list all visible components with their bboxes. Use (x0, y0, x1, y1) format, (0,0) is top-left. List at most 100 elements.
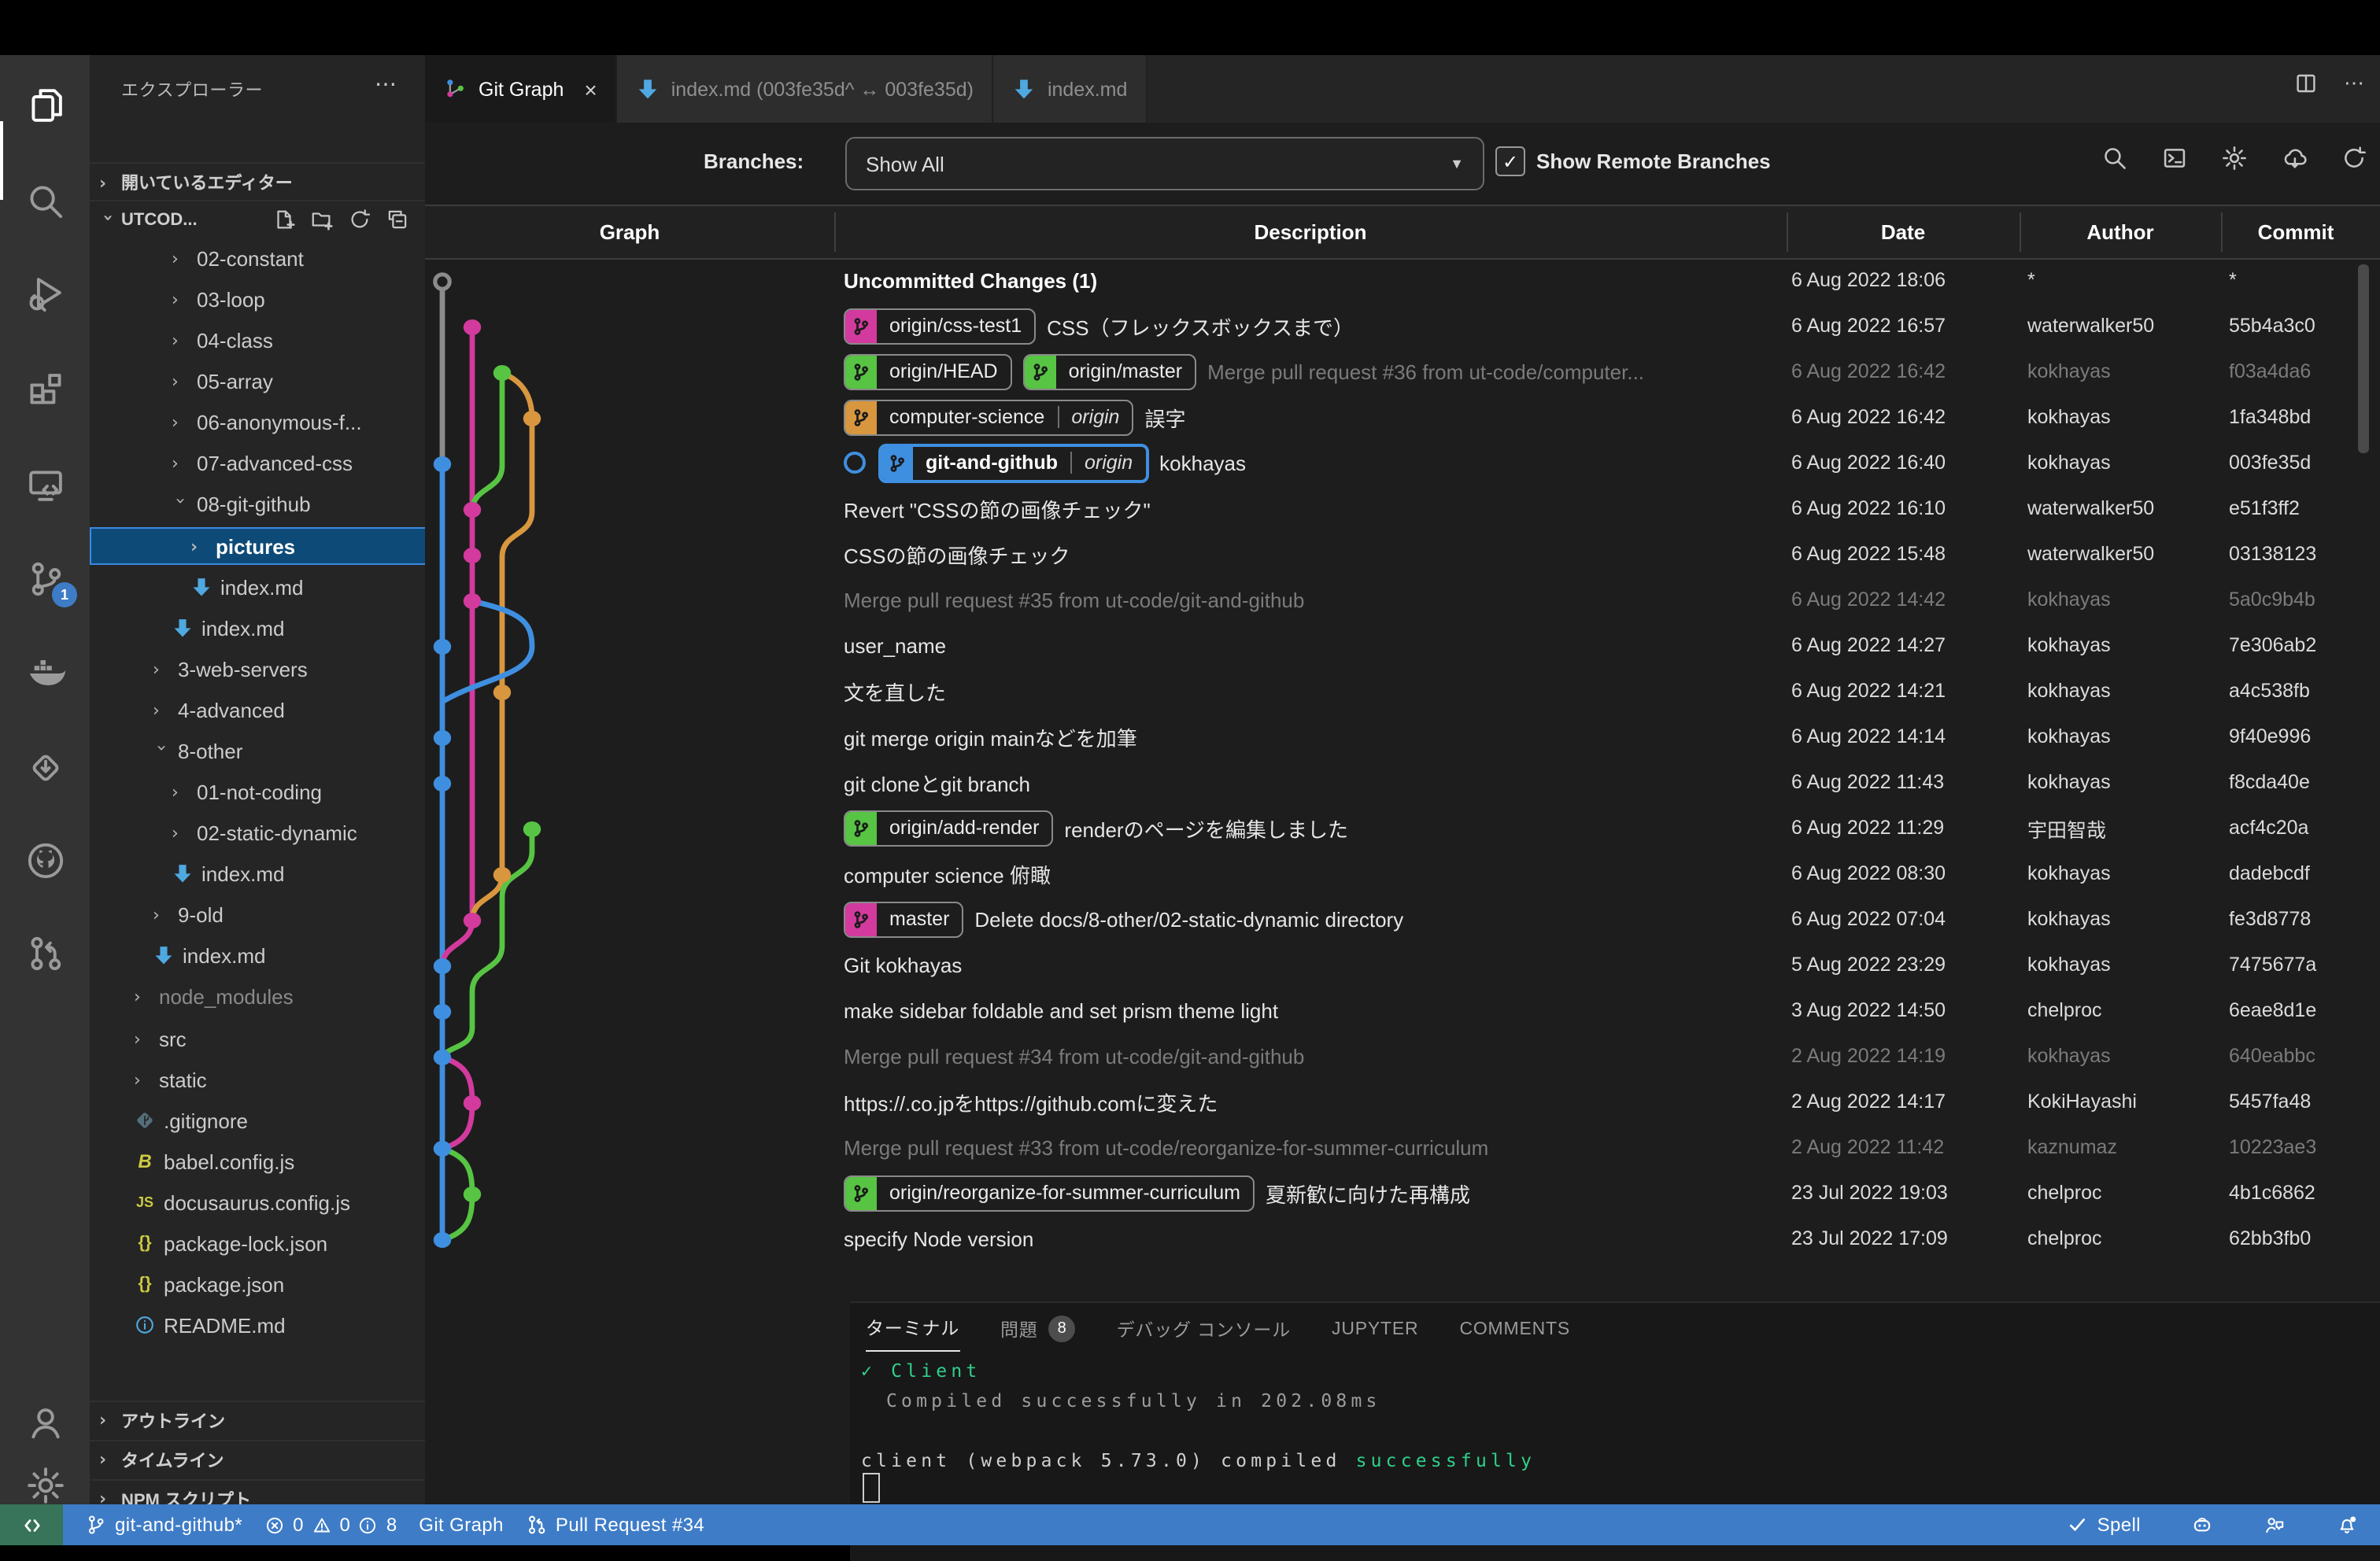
tree-item-pictures[interactable]: ›pictures (90, 527, 425, 565)
status-pull-request[interactable]: Pull Request #34 (526, 1514, 704, 1536)
branch-badge-origin/master[interactable]: origin/master (1023, 353, 1197, 389)
tree-item-01-not-coding[interactable]: ›01-not-coding (90, 773, 425, 810)
tree-item-02-constant[interactable]: ›02-constant (90, 239, 425, 277)
commit-row-f8cda40e[interactable]: git cloneとgit branch6 Aug 2022 11:43kokh… (425, 759, 2380, 805)
status-spell[interactable]: Spell (2068, 1514, 2141, 1536)
commit-row-e51f3ff2[interactable]: Revert "CSSの節の画像チェック"6 Aug 2022 16:10wat… (425, 485, 2380, 531)
sidebar-section-0[interactable]: ›アウトライン (90, 1400, 425, 1439)
collapse-all-icon[interactable] (386, 208, 409, 231)
tab-index-md-1[interactable]: index.md (003fe35d^ ↔ 003fe35d) (618, 55, 994, 123)
tree-item-07-advanced-css[interactable]: ›07-advanced-css (90, 444, 425, 482)
tree-item-package-lock.json[interactable]: {}package-lock.json (90, 1224, 425, 1262)
commit-row-640eabbc[interactable]: Merge pull request #34 from ut-code/git-… (425, 1033, 2380, 1079)
tree-item-index.md[interactable]: index.md (90, 854, 425, 892)
tree-item-06-anonymous-f...[interactable]: ›06-anonymous-f... (90, 403, 425, 441)
branches-dropdown[interactable]: Show All ▼ (845, 137, 1484, 190)
activity-run-debug[interactable] (0, 255, 90, 330)
refresh-icon[interactable] (348, 208, 371, 231)
gg-refresh-icon[interactable] (2341, 145, 2367, 172)
branch-badge-computer-science[interactable]: computer-scienceorigin (844, 399, 1133, 435)
tree-item-8-other[interactable]: ›8-other (90, 732, 425, 769)
activity-remote-explorer[interactable] (0, 447, 90, 522)
commit-row-5457fa48[interactable]: https://.co.jpをhttps://github.comに変えた2 A… (425, 1079, 2380, 1124)
tree-item-4-advanced[interactable]: ›4-advanced (90, 691, 425, 729)
activity-explorer[interactable] (0, 68, 90, 143)
remote-indicator[interactable] (0, 1504, 63, 1545)
panel-tab-2[interactable]: デバッグ コンソール (1117, 1316, 1291, 1351)
activity-search[interactable] (0, 164, 90, 239)
tree-item-index.md[interactable]: index.md (90, 568, 425, 606)
tree-item-08-git-github[interactable]: ›08-git-github (90, 485, 425, 522)
show-remote-branches-checkbox[interactable]: ✓ (1495, 146, 1525, 176)
project-section-header[interactable]: › UTCOD... (90, 200, 425, 239)
commit-row-6eae8d1e[interactable]: make sidebar foldable and set prism them… (425, 987, 2380, 1033)
column-header-author[interactable]: Author (2020, 206, 2221, 258)
tree-item-.gitignore[interactable]: .gitignore (90, 1102, 425, 1139)
tree-item-3-web-servers[interactable]: ›3-web-servers (90, 650, 425, 688)
status-branch[interactable]: git-and-github* (85, 1514, 242, 1536)
commit-row-fe3d8778[interactable]: masterDelete docs/8-other/02-static-dyna… (425, 896, 2380, 942)
tree-item-02-static-dynamic[interactable]: ›02-static-dynamic (90, 814, 425, 851)
activity-extensions[interactable] (0, 351, 90, 426)
commit-row-acf4c20a[interactable]: origin/add-renderrenderのページを編集しました6 Aug … (425, 805, 2380, 851)
commit-row-5a0c9b4b[interactable]: Merge pull request #35 from ut-code/git-… (425, 577, 2380, 622)
commit-row-1fa348bd[interactable]: computer-scienceorigin誤字6 Aug 2022 16:42… (425, 394, 2380, 440)
panel-tab-4[interactable]: COMMENTS (1459, 1319, 1570, 1348)
commit-row-4b1c6862[interactable]: origin/reorganize-for-summer-curriculum夏… (425, 1170, 2380, 1216)
commit-row-10223ae3[interactable]: Merge pull request #33 from ut-code/reor… (425, 1124, 2380, 1170)
column-header-date[interactable]: Date (1787, 206, 2020, 258)
column-header-description[interactable]: Description (834, 206, 1787, 258)
close-icon[interactable]: × (584, 76, 597, 101)
commit-row-03138123[interactable]: CSSの節の画像チェック6 Aug 2022 15:48waterwalker5… (425, 531, 2380, 577)
status-git-graph[interactable]: Git Graph (419, 1514, 504, 1536)
gg-search-icon[interactable] (2101, 145, 2128, 172)
tree-item-index.md[interactable]: index.md (90, 609, 425, 647)
commit-row-f03a4da6[interactable]: origin/HEADorigin/masterMerge pull reque… (425, 349, 2380, 394)
tree-item-docusaurus.config.js[interactable]: JSdocusaurus.config.js (90, 1183, 425, 1221)
sidebar-section-2[interactable]: ›NPM スクリプト (90, 1478, 425, 1504)
branch-badge-origin/HEAD[interactable]: origin/HEAD (844, 353, 1012, 389)
branch-badge-origin/reorganize-for-summer-curriculum[interactable]: origin/reorganize-for-summer-curriculum (844, 1175, 1255, 1211)
commit-row-7e306ab2[interactable]: user_name6 Aug 2022 14:27kokhayas7e306ab… (425, 622, 2380, 668)
commit-row-dadebcdf[interactable]: computer science 俯瞰6 Aug 2022 08:30kokha… (425, 851, 2380, 896)
branch-badge-origin/add-render[interactable]: origin/add-render (844, 810, 1053, 846)
commit-row-7475677a[interactable]: Git kokhayas5 Aug 2022 23:29kokhayas7475… (425, 942, 2380, 987)
tab-index-md-2[interactable]: index.md (994, 55, 1148, 123)
tree-item-src[interactable]: ›src (90, 1020, 425, 1057)
split-editor-icon[interactable] (2293, 71, 2319, 96)
tree-item-index.md[interactable]: index.md (90, 936, 425, 974)
editor-more-actions-icon[interactable]: ⋯ (2344, 71, 2364, 96)
tree-item-babel.config.js[interactable]: Bbabel.config.js (90, 1142, 425, 1180)
sidebar-section-1[interactable]: ›タイムライン (90, 1439, 425, 1478)
new-file-icon[interactable] (272, 208, 296, 231)
status-feedback[interactable] (2264, 1514, 2286, 1536)
new-folder-icon[interactable] (310, 208, 334, 231)
activity-source-control[interactable]: 1 (0, 541, 90, 617)
commit-row-55b4a3c0[interactable]: origin/css-test1CSS（フレックスボックスまで）6 Aug 20… (425, 303, 2380, 349)
branch-badge-origin/css-test1[interactable]: origin/css-test1 (844, 308, 1036, 344)
gg-gear-icon[interactable] (2221, 145, 2248, 172)
panel-tab-3[interactable]: JUPYTER (1332, 1319, 1418, 1348)
tree-item-05-array[interactable]: ›05-array (90, 362, 425, 400)
status-copilot[interactable] (2191, 1514, 2213, 1536)
status-notifications[interactable] (2336, 1514, 2358, 1536)
tree-item-04-class[interactable]: ›04-class (90, 321, 425, 359)
commit-row-uncommitted[interactable]: Uncommitted Changes (1)6 Aug 2022 18:06*… (425, 257, 2380, 303)
commit-row-62bb3fb0[interactable]: specify Node version23 Jul 2022 17:09che… (425, 1216, 2380, 1261)
status-problems[interactable]: 008 (264, 1514, 397, 1536)
activity-github[interactable] (0, 823, 90, 899)
panel-tab-1[interactable]: 問題8 (1000, 1316, 1076, 1352)
gg-terminal-view-icon[interactable] (2161, 145, 2188, 172)
activity-gitlens[interactable] (0, 730, 90, 806)
tree-item-9-old[interactable]: ›9-old (90, 895, 425, 933)
commit-row-003fe35d[interactable]: git-and-githuboriginkokhayas6 Aug 2022 1… (425, 440, 2380, 485)
tree-item-readme.md[interactable]: README.md (90, 1306, 425, 1344)
branch-badge-git-and-github[interactable]: git-and-githuborigin (878, 443, 1148, 482)
column-header-commit[interactable]: Commit (2221, 206, 2371, 258)
column-header-graph[interactable]: Graph (425, 206, 834, 258)
tree-item-03-loop[interactable]: ›03-loop (90, 280, 425, 318)
commit-row-a4c538fb[interactable]: 文を直した6 Aug 2022 14:21kokhayasa4c538fb (425, 668, 2380, 714)
tree-item-static[interactable]: ›static (90, 1061, 425, 1098)
commit-row-9f40e996[interactable]: git merge origin mainなどを加筆6 Aug 2022 14:… (425, 714, 2380, 759)
more-actions-icon[interactable]: ⋯ (375, 71, 397, 98)
